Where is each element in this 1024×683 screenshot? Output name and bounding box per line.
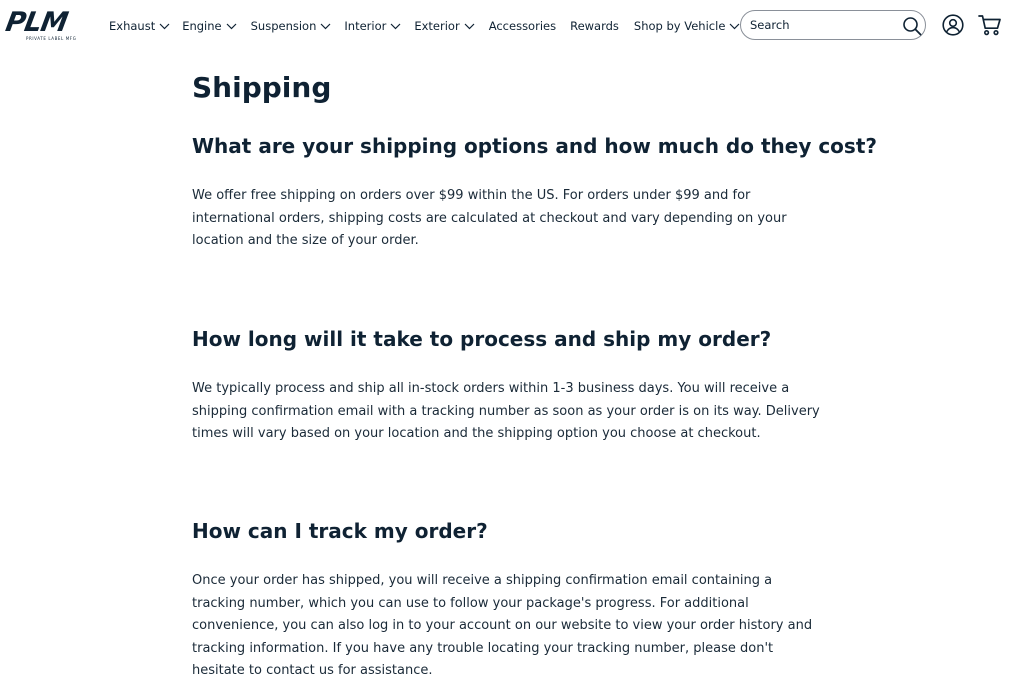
chevron-down-icon [390,23,401,30]
chevron-down-icon [320,23,331,30]
nav-item-label: Interior [344,19,387,33]
nav-item-accessories[interactable]: Accessories [489,16,556,36]
chevron-down-icon [159,23,170,30]
nav-item-label: Accessories [488,19,557,33]
cart-icon[interactable] [978,14,1002,36]
nav-item-interior[interactable]: Interior [344,16,401,36]
chevron-down-icon [464,23,475,30]
chevron-down-icon [226,23,237,30]
account-icon[interactable] [942,14,964,36]
nav-item-label: Suspension [250,19,317,33]
site-header: PLM PRIVATE LABEL MFG Exhaust Engine Sus… [0,0,1024,52]
nav-item-exhaust[interactable]: Exhaust [109,16,170,36]
nav-item-label: Exhaust [109,19,156,33]
nav-item-shop-by-vehicle[interactable]: Shop by Vehicle [634,16,740,36]
nav-item-label: Engine [182,19,222,33]
nav-item-label: Rewards [570,19,619,33]
page-title: Shipping [192,71,332,104]
nav-item-exterior[interactable]: Exterior [414,16,475,36]
faq-answer: We offer free shipping on orders over $9… [192,188,787,248]
nav-item-suspension[interactable]: Suspension [251,16,332,36]
search-box [740,10,926,40]
nav-item-label: Exterior [414,19,460,33]
faq-question: How long will it take to process and shi… [192,327,772,351]
faq-answer: We typically process and ship all in-sto… [192,381,820,441]
main-nav: Exhaust Engine Suspension Interior Exter… [109,16,740,36]
faq-question: What are your shipping options and how m… [192,134,877,158]
logo-wordmark: PLM [3,7,70,38]
search-icon[interactable] [902,16,922,36]
nav-item-label: Shop by Vehicle [633,19,726,33]
search-input[interactable] [750,17,890,33]
chevron-down-icon [729,23,740,30]
faq-question: How can I track my order? [192,519,488,543]
site-logo[interactable]: PLM PRIVATE LABEL MFG [3,7,86,43]
nav-item-rewards[interactable]: Rewards [570,16,619,36]
nav-item-engine[interactable]: Engine [182,16,237,36]
logo-tagline: PRIVATE LABEL MFG [26,36,77,41]
